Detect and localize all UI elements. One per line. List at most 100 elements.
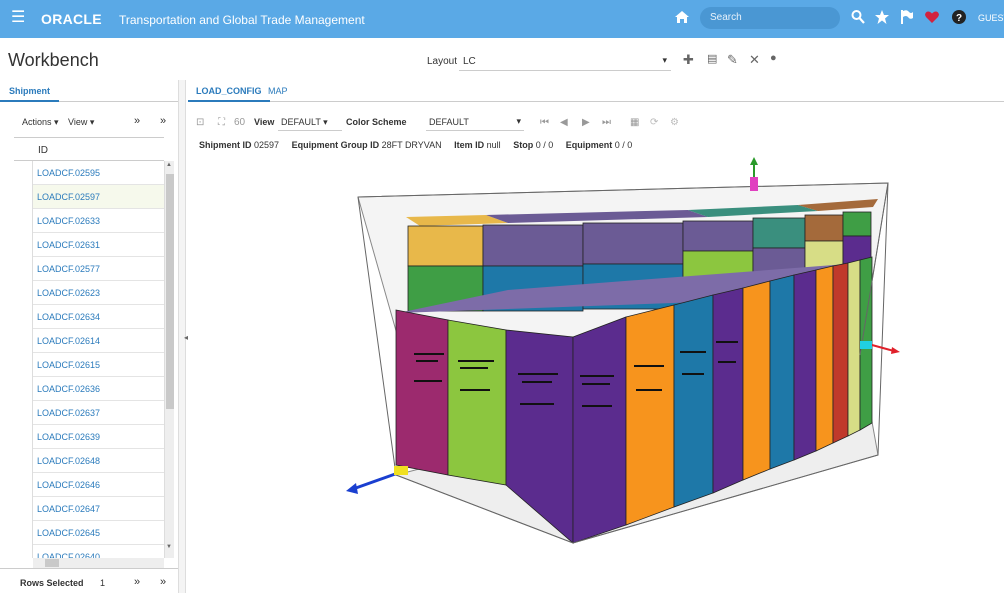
- cargo-box: [572, 316, 627, 544]
- table-row[interactable]: LOADCF.02577: [33, 257, 164, 281]
- rotate-icon[interactable]: ⟳: [650, 117, 658, 128]
- search-input[interactable]: Search: [700, 7, 840, 29]
- delete-icon[interactable]: ✕: [749, 52, 760, 68]
- table-row[interactable]: LOADCF.02614: [33, 329, 164, 353]
- zoom-value[interactable]: 60: [234, 117, 245, 128]
- layout-value: LC: [463, 56, 476, 67]
- info-icon[interactable]: ●: [770, 52, 777, 64]
- stop-value: 0 / 0: [535, 140, 554, 150]
- table-row[interactable]: LOADCF.02637: [33, 401, 164, 425]
- scroll-down-icon[interactable]: ▼: [166, 544, 172, 550]
- table-row-selected[interactable]: LOADCF.02597: [33, 185, 164, 209]
- boxes-icon[interactable]: ▦: [630, 117, 639, 128]
- layout-select[interactable]: LC ▾: [459, 51, 671, 71]
- next-stop-icon[interactable]: ▶: [582, 117, 590, 128]
- user-name[interactable]: GUEST: [978, 13, 1004, 23]
- rows-selected-count: 1: [100, 578, 106, 588]
- equipment-group-value: 28FT DRYVAN: [381, 140, 442, 150]
- cargo-box: [815, 265, 834, 452]
- axis-handle[interactable]: [750, 177, 758, 191]
- fit-icon[interactable]: ⛶: [218, 117, 225, 128]
- reset-view-icon[interactable]: ⊡: [196, 117, 204, 128]
- previous-stop-icon[interactable]: ◀: [560, 117, 568, 128]
- shipment-id-label: Shipment ID: [199, 140, 252, 150]
- table-row[interactable]: LOADCF.02595: [33, 161, 164, 185]
- color-scheme-select[interactable]: DEFAULT ▾: [426, 113, 524, 131]
- cargo-box: [673, 294, 714, 508]
- horizontal-scrollbar[interactable]: [33, 558, 164, 568]
- tab-load-config[interactable]: LOAD_CONFIG: [188, 80, 270, 102]
- cargo-box: [582, 222, 684, 265]
- shipment-id-value: 02597: [254, 140, 280, 150]
- cargo-box: [482, 224, 584, 267]
- app-title: Transportation and Global Trade Manageme…: [119, 13, 365, 27]
- viewer-toolbar: ⊡ ⛶ 60 View DEFAULT ▾ Color Scheme DEFAU…: [188, 110, 1004, 134]
- page-title: Workbench: [8, 50, 99, 70]
- table-row[interactable]: LOADCF.02636: [33, 377, 164, 401]
- row-selector-gutter[interactable]: [14, 161, 33, 558]
- table-row[interactable]: LOADCF.02647: [33, 497, 164, 521]
- table-row[interactable]: LOADCF.02633: [33, 209, 164, 233]
- search-icon[interactable]: [851, 9, 865, 25]
- axis-handle[interactable]: [860, 341, 872, 349]
- actions-menu[interactable]: Actions ▾: [22, 117, 59, 128]
- next-page-icon[interactable]: »: [134, 576, 140, 588]
- y-axis-arrow-icon: [346, 483, 358, 494]
- hamburger-menu-icon[interactable]: ☰: [11, 10, 25, 26]
- table-row[interactable]: LOADCF.02640: [33, 545, 164, 558]
- heart-icon[interactable]: [924, 9, 940, 25]
- stop-label: Stop: [513, 140, 534, 150]
- view-select[interactable]: DEFAULT ▾: [278, 113, 342, 131]
- axis-handle[interactable]: [394, 466, 408, 475]
- x-axis: [871, 344, 895, 352]
- cargo-box: [752, 217, 806, 249]
- top-bar: ☰ ORACLE Transportation and Global Trade…: [0, 0, 1004, 38]
- load-config-3d-viewer[interactable]: [188, 155, 1004, 593]
- column-header-id[interactable]: ID: [38, 145, 48, 156]
- color-scheme-label: Color Scheme: [346, 117, 407, 127]
- left-footer: Rows Selected 1 » »: [0, 568, 178, 593]
- cargo-box: [847, 259, 861, 437]
- scroll-up-icon[interactable]: ▲: [166, 162, 172, 168]
- cargo-box: [793, 269, 817, 461]
- flag-icon[interactable]: [900, 9, 914, 25]
- table-row[interactable]: LOADCF.02623: [33, 281, 164, 305]
- rows-selected-label: Rows Selected: [20, 578, 84, 588]
- collapse-panel-icon[interactable]: »: [160, 115, 166, 127]
- oracle-logo: ORACLE: [41, 11, 102, 27]
- cargo-box: [842, 211, 872, 237]
- first-stop-icon[interactable]: ⏮: [540, 117, 549, 128]
- expand-icon[interactable]: »: [134, 115, 140, 127]
- table-row[interactable]: LOADCF.02645: [33, 521, 164, 545]
- tab-shipment[interactable]: Shipment: [0, 80, 60, 102]
- shipment-info-bar: Shipment ID 02597 Equipment Group ID 28F…: [199, 140, 642, 150]
- table-row[interactable]: LOADCF.02648: [33, 449, 164, 473]
- table-row[interactable]: LOADCF.02631: [33, 233, 164, 257]
- x-axis-arrow-icon: [891, 347, 900, 354]
- shipment-table: LOADCF.02595 LOADCF.02597 LOADCF.02633 L…: [33, 161, 164, 558]
- layout-label: Layout: [427, 56, 458, 67]
- tab-map[interactable]: MAP: [260, 80, 296, 102]
- scrollbar-thumb[interactable]: [45, 559, 59, 567]
- table-row[interactable]: LOADCF.02615: [33, 353, 164, 377]
- equipment-value: 0 / 0: [614, 140, 633, 150]
- last-stop-icon[interactable]: ⏭: [602, 117, 611, 128]
- home-icon[interactable]: [674, 9, 690, 25]
- copy-icon[interactable]: ▤: [707, 52, 717, 65]
- view-menu[interactable]: View ▾: [68, 117, 94, 128]
- edit-icon[interactable]: ✎: [727, 52, 738, 68]
- right-tabs: LOAD_CONFIG MAP: [188, 80, 1004, 102]
- scrollbar-thumb[interactable]: [166, 174, 174, 409]
- add-icon[interactable]: ✚: [683, 52, 694, 68]
- help-icon[interactable]: ?: [951, 9, 967, 25]
- table-row[interactable]: LOADCF.02646: [33, 473, 164, 497]
- item-id-label: Item ID: [454, 140, 485, 150]
- table-row[interactable]: LOADCF.02634: [33, 305, 164, 329]
- equipment-label: Equipment: [565, 140, 613, 150]
- y-axis: [352, 471, 399, 491]
- table-row[interactable]: LOADCF.02639: [33, 425, 164, 449]
- last-page-icon[interactable]: »: [160, 576, 166, 588]
- settings-icon[interactable]: ⚙: [670, 117, 679, 128]
- star-icon[interactable]: [874, 9, 890, 25]
- vertical-scrollbar[interactable]: ▲ ▼: [164, 161, 174, 558]
